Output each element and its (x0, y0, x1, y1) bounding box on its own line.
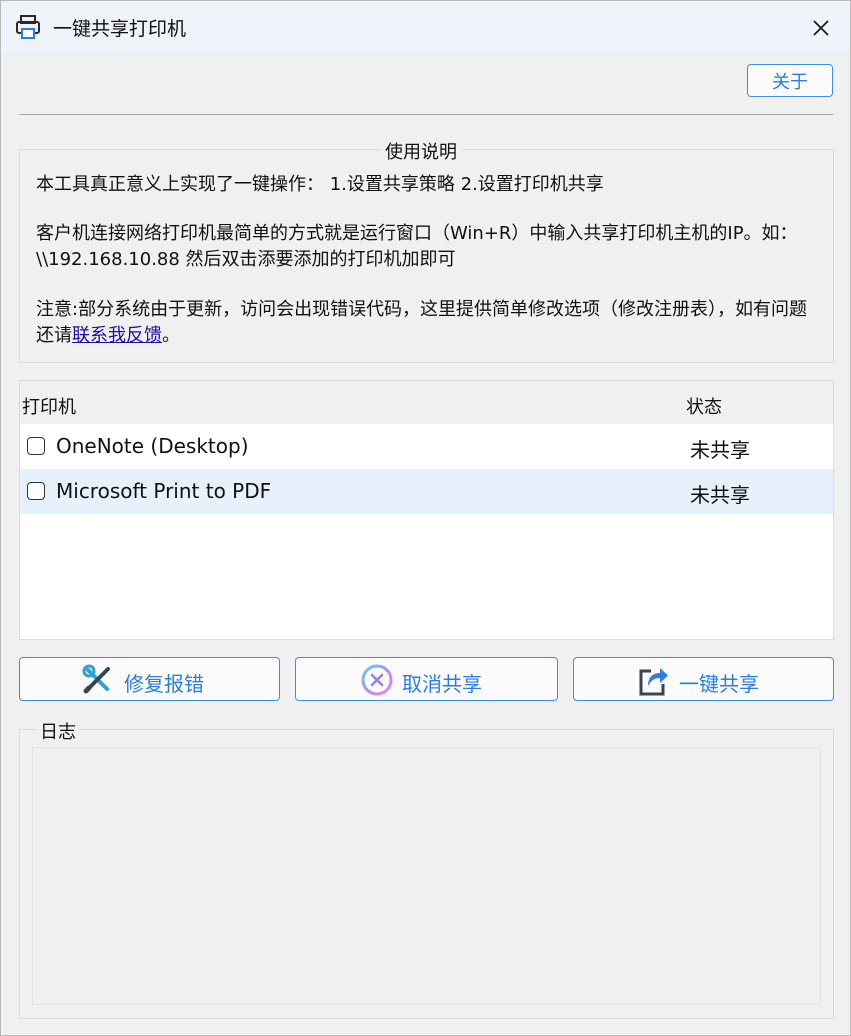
title-bar[interactable]: 一键共享打印机 (1, 1, 850, 52)
table-row[interactable]: Microsoft Print to PDF 未共享 (20, 469, 833, 514)
about-button[interactable]: 关于 (747, 64, 833, 97)
instructions-line-1: 本工具真正意义上实现了一键操作： 1.设置共享策略 2.设置打印机共享 (36, 174, 604, 195)
printer-checkbox[interactable] (27, 482, 45, 500)
instructions-line-3: 注意:部分系统由于更新，访问会出现错误代码，这里提供简单修改选项（修改注册表），… (36, 297, 811, 349)
log-textarea[interactable] (32, 747, 821, 1005)
repair-button[interactable]: 修复报错 (19, 657, 280, 701)
divider (19, 114, 833, 115)
log-group: 日志 (19, 718, 834, 1019)
instructions-legend: 使用说明 (381, 138, 461, 164)
printer-name: OneNote (Desktop) (56, 434, 249, 458)
printer-status: 未共享 (690, 438, 750, 462)
share-button-label: 一键共享 (679, 672, 759, 696)
instructions-line-3-end: 。 (162, 325, 180, 346)
column-header-printer[interactable]: 打印机 (22, 393, 76, 419)
printer-name: Microsoft Print to PDF (56, 479, 272, 503)
table-row[interactable]: OneNote (Desktop) 未共享 (20, 424, 833, 469)
cancel-circle-icon (361, 664, 393, 696)
cancel-share-button-label: 取消共享 (402, 672, 482, 696)
column-header-status[interactable]: 状态 (686, 393, 722, 419)
feedback-link[interactable]: 联系我反馈 (72, 325, 162, 346)
instructions-group: 使用说明 本工具真正意义上实现了一键操作： 1.设置共享策略 2.设置打印机共享… (19, 138, 834, 363)
printer-icon (16, 15, 40, 39)
share-button[interactable]: 一键共享 (573, 657, 834, 701)
printer-list: 打印机 状态 OneNote (Desktop) 未共享 Microsoft P… (19, 380, 834, 640)
table-header: 打印机 状态 (20, 381, 833, 424)
cancel-share-button[interactable]: 取消共享 (295, 657, 558, 701)
printer-status: 未共享 (690, 483, 750, 507)
wrench-screwdriver-icon (82, 664, 110, 694)
instructions-line-2: 客户机连接网络打印机最简单的方式就是运行窗口（Win+R）中输入共享打印机主机的… (36, 223, 798, 270)
repair-button-label: 修复报错 (124, 672, 204, 696)
printer-checkbox[interactable] (27, 437, 45, 455)
log-legend: 日志 (36, 718, 80, 744)
share-arrow-icon (639, 668, 668, 696)
window-title: 一键共享打印机 (53, 18, 187, 40)
main-window: 一键共享打印机 关于 使用说明 本工具真正意义上实现了一键操作： 1.设置共享策… (0, 0, 851, 1036)
close-icon[interactable] (805, 12, 837, 44)
